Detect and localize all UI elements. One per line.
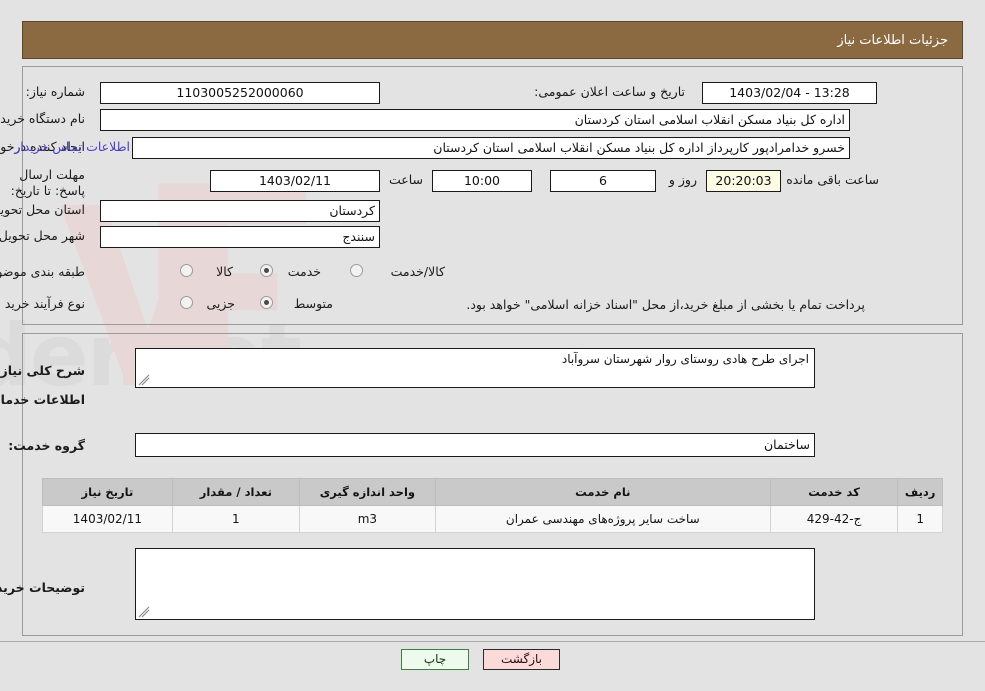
treasury-bond-note: پرداخت تمام یا بخشی از مبلغ خرید،از محل …	[466, 297, 865, 312]
buyer-notes-textarea[interactable]	[135, 548, 815, 620]
th-service-code[interactable]: کد خدمت	[769, 478, 899, 506]
need-details-page: AriaTender.net جزئیات اطلاعات نیاز شماره…	[0, 0, 985, 691]
need-number-value[interactable]: 1103005252000060	[100, 82, 380, 104]
radio-classification-kala-khedmat[interactable]	[350, 264, 363, 277]
th-quantity[interactable]: تعداد / مقدار	[171, 478, 300, 506]
classification-label: طبقه بندی موضوعی:	[0, 264, 85, 279]
service-group-value[interactable]: ساختمان	[135, 433, 815, 457]
th-unit[interactable]: واحد اندازه گیری	[298, 478, 436, 506]
radio-classification-kala-khedmat-label: کالا/خدمت	[390, 264, 445, 279]
resize-handle-icon[interactable]	[138, 606, 150, 618]
general-desc-label: شرح کلی نیاز:	[0, 363, 85, 378]
province-value[interactable]: کردستان	[100, 200, 380, 222]
radio-process-motevasset-label: متوسط	[293, 296, 333, 311]
cell-service-code: ج-42-429	[769, 505, 899, 533]
hour-label: ساعت	[388, 172, 423, 187]
cell-need-date: 1403/02/11	[42, 505, 173, 533]
deadline-time-value[interactable]: 10:00	[432, 170, 532, 192]
page-title-bar: جزئیات اطلاعات نیاز	[22, 21, 963, 59]
cell-service-name: ساخت سایر پروژه‌های مهندسی عمران	[434, 505, 771, 533]
radio-classification-kala-label: کالا	[216, 264, 233, 279]
deadline-label: مهلت ارسال پاسخ: تا تاریخ:	[10, 167, 85, 198]
radio-classification-khedmat-label: خدمت	[287, 264, 321, 279]
radio-process-jozei-label: جزیی	[206, 296, 235, 311]
cell-row-no: 1	[897, 505, 943, 533]
cell-quantity: 1	[171, 505, 300, 533]
need-number-label: شماره نیاز:	[25, 84, 85, 99]
city-label: شهر محل تحویل:	[0, 228, 85, 243]
th-service-name[interactable]: نام خدمت	[434, 478, 771, 506]
services-section-title: اطلاعات خدمات مورد نیاز	[0, 392, 85, 407]
table-row[interactable]: 1 ج-42-429 ساخت سایر پروژه‌های مهندسی عم…	[42, 505, 943, 533]
radio-process-jozei[interactable]	[180, 296, 193, 309]
remaining-days-value[interactable]: 6	[550, 170, 656, 192]
back-button[interactable]: بازگشت	[483, 649, 560, 670]
service-group-label: گروه خدمت:	[8, 438, 85, 453]
province-label: استان محل تحویل:	[0, 202, 85, 217]
th-need-date[interactable]: تاریخ نیاز	[42, 478, 173, 506]
deadline-date-value[interactable]: 1403/02/11	[210, 170, 380, 192]
radio-classification-kala[interactable]	[180, 264, 193, 277]
th-row-no[interactable]: ردیف	[897, 478, 943, 506]
print-button[interactable]: چاپ	[401, 649, 469, 670]
requester-value[interactable]: خسرو خدامرادپور کارپرداز اداره کل بنیاد …	[132, 137, 850, 159]
process-type-label: نوع فرآیند خرید :	[0, 296, 85, 311]
remaining-suffix-label: ساعت باقی مانده	[786, 172, 879, 187]
radio-process-motevasset[interactable]	[260, 296, 273, 309]
buyer-contact-link[interactable]: اطلاعات تماس خریدار	[14, 139, 130, 154]
buyer-notes-label: توضیحات خریدار;	[0, 580, 85, 595]
remaining-time-value: 20:20:03	[706, 170, 781, 192]
public-announce-value[interactable]: 13:28 - 1403/02/04	[702, 82, 877, 104]
resize-handle-icon[interactable]	[138, 374, 150, 386]
city-value[interactable]: سنندج	[100, 226, 380, 248]
public-announce-label: تاریخ و ساعت اعلان عمومی:	[534, 84, 685, 99]
general-desc-value: اجرای طرح هادی روستای روار شهرستان سروآب…	[561, 352, 809, 366]
page-title: جزئیات اطلاعات نیاز	[837, 32, 948, 48]
general-desc-textarea[interactable]: اجرای طرح هادی روستای روار شهرستان سروآب…	[135, 348, 815, 388]
buyer-org-value[interactable]: اداره کل بنیاد مسکن انقلاب اسلامی استان …	[100, 109, 850, 131]
days-and-label: روز و	[668, 172, 697, 187]
buyer-org-label: نام دستگاه خریدار:	[0, 111, 85, 126]
footer-divider	[0, 641, 985, 642]
services-table: ردیف کد خدمت نام خدمت واحد اندازه گیری ت…	[42, 478, 943, 533]
radio-classification-khedmat[interactable]	[260, 264, 273, 277]
summary-panel	[22, 66, 963, 325]
table-header-row: ردیف کد خدمت نام خدمت واحد اندازه گیری ت…	[42, 478, 943, 506]
cell-unit: m3	[298, 505, 436, 533]
